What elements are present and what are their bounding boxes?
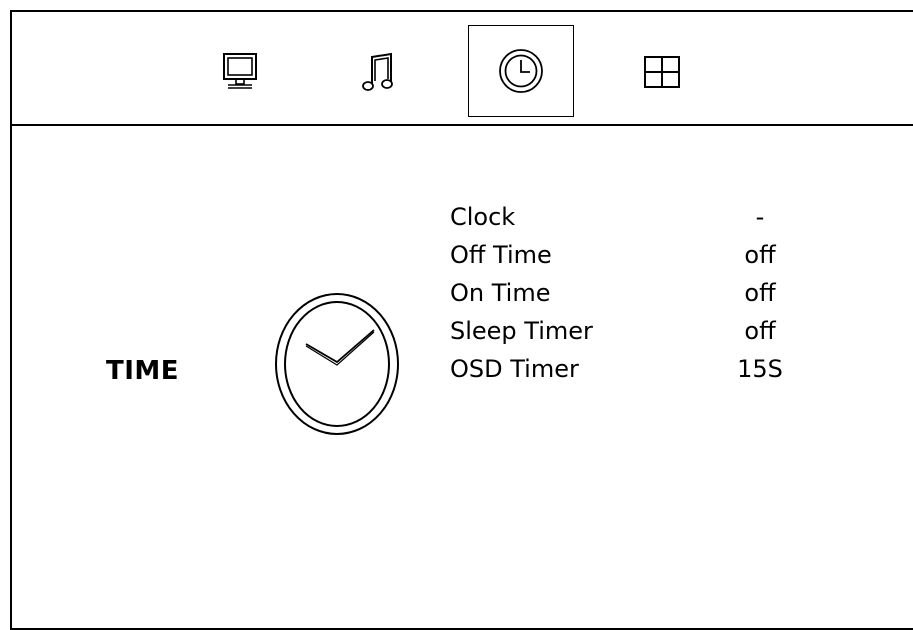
menu-item-value: off: [744, 317, 776, 345]
tab-picture[interactable]: [210, 42, 270, 102]
menu-item-value: 15S: [737, 355, 783, 383]
grid-icon: [644, 56, 680, 88]
menu-item-label: On Time: [450, 279, 551, 307]
menu-item-label: Off Time: [450, 241, 552, 269]
tab-divider: [12, 124, 913, 126]
menu-item-value: off: [744, 279, 776, 307]
section-title: TIME: [106, 356, 180, 386]
menu-item-on-time[interactable]: On Time off: [450, 275, 810, 313]
tab-time[interactable]: [468, 25, 574, 117]
menu-item-osd-timer[interactable]: OSD Timer 15S: [450, 351, 810, 389]
menu-item-sleep-timer[interactable]: Sleep Timer off: [450, 313, 810, 351]
clock-icon: [499, 49, 543, 93]
menu-item-off-time[interactable]: Off Time off: [450, 237, 810, 275]
menu-list: Clock - Off Time off On Time off Sleep T…: [450, 199, 810, 389]
menu-item-label: Clock: [450, 203, 516, 231]
tab-bar: [12, 12, 913, 124]
tab-option[interactable]: [632, 42, 692, 102]
menu-item-clock[interactable]: Clock -: [450, 199, 810, 237]
monitor-icon: [223, 53, 257, 89]
menu-item-value: -: [755, 203, 765, 231]
tab-sound[interactable]: [349, 42, 409, 102]
section-clock-icon: [273, 290, 401, 442]
menu-item-label: Sleep Timer: [450, 317, 593, 345]
music-note-icon: [362, 52, 393, 91]
menu-item-value: off: [744, 241, 776, 269]
menu-item-label: OSD Timer: [450, 355, 579, 383]
